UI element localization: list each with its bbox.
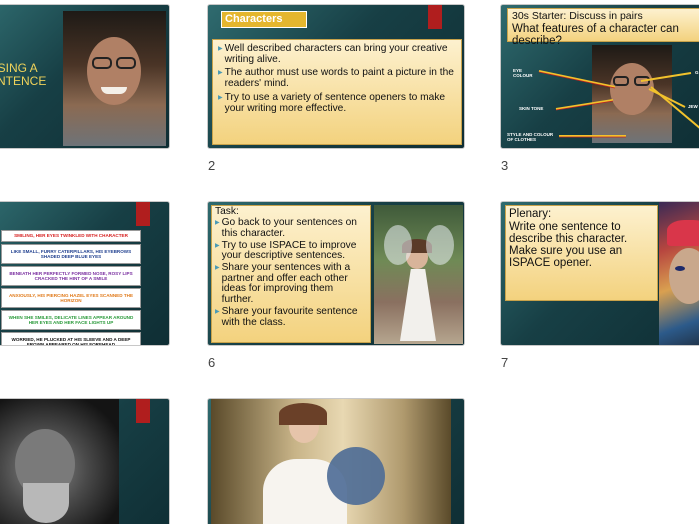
slide-6-task-box: Task: Go back to your sentences on this … [211, 205, 371, 343]
slide-7-body: Write one sentence to describe this char… [509, 221, 628, 270]
slide-thumbnail-6[interactable]: Task: Go back to your sentences on this … [207, 201, 465, 346]
bullet: The author must use words to paint a pic… [218, 67, 456, 89]
bullet: Well described characters can bring your… [218, 43, 456, 65]
slide-7-title: Plenary: [509, 208, 552, 220]
slide-number: 2 [208, 158, 216, 173]
slide-thumbnail-10[interactable] [207, 398, 465, 524]
slide-number: 7 [501, 355, 509, 370]
slide-thumbnail-9[interactable] [0, 398, 170, 524]
bride-flowers-photo [211, 399, 451, 524]
slide-number: 3 [501, 158, 509, 173]
bullet: Try to use ISPACE to improve your descri… [215, 240, 367, 262]
red-accent-tab [428, 5, 442, 29]
slide-number: 6 [208, 355, 216, 370]
sentence-strip: SMILING, HER EYES TWINKLED WITH CHARACTE… [1, 230, 141, 242]
slide-7-plenary-box: Plenary: Write one sentence to describe … [505, 205, 658, 301]
slide-2-bullet-box: Well described characters can bring your… [212, 39, 462, 145]
slide-thumbnail-7[interactable]: Plenary: Write one sentence to describe … [500, 201, 699, 346]
annotation-arrows [538, 70, 699, 138]
slide-6-title: Task: [215, 206, 239, 217]
slide-thumbnail-1[interactable]: A USING A ENTENCE [0, 4, 170, 149]
face-paint-photo [659, 202, 699, 345]
slide-1-title: A USING A ENTENCE [0, 49, 46, 89]
slide-thumbnail-3[interactable]: 30s Starter: Discuss in pairs What featu… [500, 4, 699, 149]
sentence-strip: WHEN SHE SMILES, DELICATE LINES APPEAR A… [1, 310, 141, 330]
bullet: Go back to your sentences on this charac… [215, 217, 367, 239]
sentence-strip: BENEATH HER PERFECTLY FORMED NOSE, ROSY … [1, 266, 141, 286]
slide-thumbnail-2[interactable]: Characters Well described characters can… [207, 4, 465, 149]
red-accent-tab [136, 399, 150, 423]
slide-thumbnail-5[interactable]: SMILING, HER EYES TWINKLED WITH CHARACTE… [0, 201, 170, 346]
sentence-strip: ANXIOUSLY, HIS PIERCING HAZEL EYES SCANN… [1, 288, 141, 308]
bullet: Try to use a variety of sentence openers… [218, 92, 456, 114]
bullet: Share your favourite sentence with the c… [215, 306, 367, 328]
bullet: Share your sentences with a partner and … [215, 262, 367, 306]
sentence-strip: LIKE SMALL, FURRY CATERPILLARS, HIS EYEB… [1, 244, 141, 264]
title-line: ENTENCE [0, 74, 47, 89]
red-accent-tab [136, 202, 150, 226]
slide-2-title: Characters [221, 11, 307, 28]
slide-sorter-grid: A USING A ENTENCE Characters Well descri… [0, 0, 699, 524]
old-man-bw-photo [0, 399, 119, 524]
sentence-strip: WORRIED, HE PLUCKED AT HIS SLEEVE AND A … [1, 332, 141, 345]
fairy-forest-photo [374, 205, 463, 344]
woman-glasses-photo [63, 11, 166, 146]
